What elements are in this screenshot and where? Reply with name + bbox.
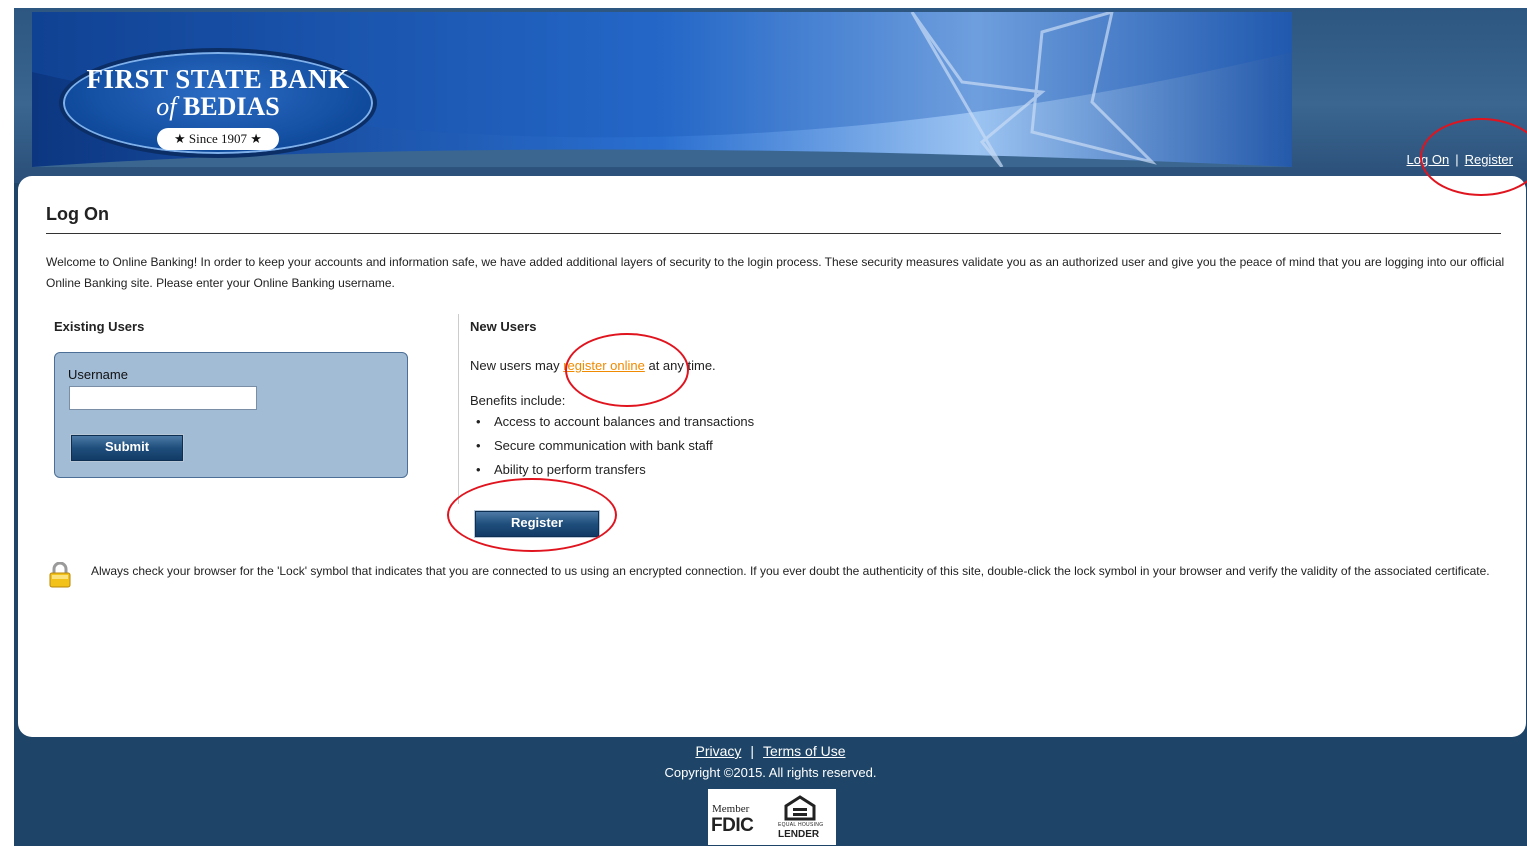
bullet-icon: • <box>476 414 481 429</box>
security-note: Always check your browser for the 'Lock'… <box>91 564 1490 578</box>
equal-housing-icon <box>784 795 816 821</box>
page-frame: FIRST STATE BANK of BEDIAS ★ Since 1907 … <box>14 8 1527 846</box>
terms-of-use-link[interactable]: Terms of Use <box>763 743 845 759</box>
logo-of: of <box>156 92 177 121</box>
lock-icon <box>49 562 71 588</box>
header-register-link[interactable]: Register <box>1465 152 1513 167</box>
benefit-text: Secure communication with bank staff <box>494 438 713 453</box>
ehl-label-bottom: LENDER <box>778 829 820 840</box>
username-input[interactable] <box>69 386 257 410</box>
benefits-label: Benefits include: <box>470 393 566 408</box>
page-title: Log On <box>46 204 109 224</box>
benefit-text: Access to account balances and transacti… <box>494 414 755 429</box>
fdic-member-label: Member <box>712 803 750 815</box>
logo-since: ★ Since 1907 ★ <box>157 128 279 150</box>
header-nav-separator: | <box>1455 152 1459 167</box>
site-header: FIRST STATE BANK of BEDIAS ★ Since 1907 … <box>14 8 1527 183</box>
new-users-text-after: at any time. <box>644 358 716 373</box>
title-divider <box>46 233 1501 234</box>
copyright-text: Copyright ©2015. All rights reserved. <box>664 765 877 780</box>
existing-users-heading: Existing Users <box>54 319 145 334</box>
header-nav: Log On | Register <box>1407 152 1513 167</box>
bullet-icon: • <box>476 462 481 477</box>
bullet-icon: • <box>476 438 481 453</box>
intro-text: Welcome to Online Banking! In order to k… <box>46 255 1505 290</box>
column-divider <box>458 314 459 504</box>
logo-name-line2: of BEDIAS <box>59 92 377 122</box>
site-footer: Privacy | Terms of Use Copyright ©2015. Al… <box>14 743 1527 845</box>
logo-name-line1: FIRST STATE BANK <box>86 64 350 94</box>
logo-bedias: BEDIAS <box>182 92 280 121</box>
submit-button[interactable]: Submit <box>71 435 183 461</box>
fdic-logo: FDIC <box>711 815 754 836</box>
username-label: Username <box>68 367 128 382</box>
main-panel: Log On Welcome to Online Banking! In ord… <box>18 176 1526 737</box>
bank-logo[interactable]: FIRST STATE BANK of BEDIAS ★ Since 1907 … <box>59 48 377 158</box>
header-logon-link[interactable]: Log On <box>1407 152 1450 167</box>
login-box: Username Submit <box>54 352 408 478</box>
footer-separator: | <box>750 743 755 759</box>
footer-links: Privacy | Terms of Use <box>14 743 1527 759</box>
benefits-list: • Access to account balances and transact… <box>476 410 754 482</box>
list-item: • Ability to perform transfers <box>476 458 754 482</box>
list-item: • Secure communication with bank staff <box>476 434 754 458</box>
new-users-text: New users may register online at any tim… <box>470 358 716 373</box>
fdic-ehl-badges: Member FDIC EQUAL HOUSING LENDER <box>708 789 836 845</box>
privacy-link[interactable]: Privacy <box>695 743 741 759</box>
register-button[interactable]: Register <box>475 511 599 537</box>
benefit-text: Ability to perform transfers <box>494 462 646 477</box>
ehl-label-top: EQUAL HOUSING <box>778 822 824 828</box>
register-online-link[interactable]: register online <box>563 358 645 373</box>
new-users-heading: New Users <box>470 319 537 334</box>
list-item: • Access to account balances and transact… <box>476 410 754 434</box>
new-users-text-before: New users may <box>470 358 564 373</box>
